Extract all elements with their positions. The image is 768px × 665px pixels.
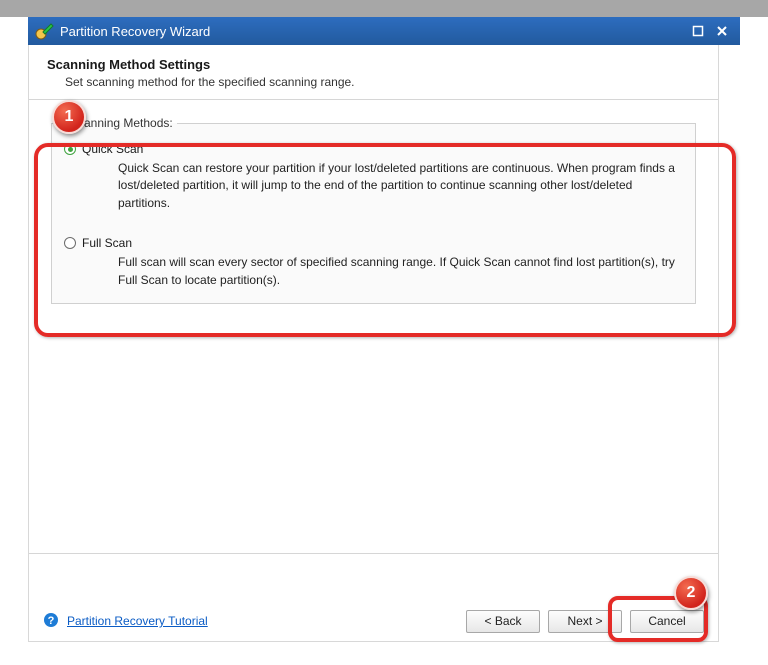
full-scan-description: Full scan will scan every sector of spec… <box>118 254 681 289</box>
wizard-content: Scanning Methods: Quick Scan Quick Scan … <box>29 100 718 554</box>
quick-scan-radio[interactable] <box>64 143 76 155</box>
titlebar: Partition Recovery Wizard <box>28 17 740 45</box>
cancel-button[interactable]: Cancel <box>630 610 704 633</box>
page-subtitle: Set scanning method for the specified sc… <box>65 75 700 89</box>
close-button[interactable] <box>712 22 732 40</box>
app-icon <box>34 21 54 41</box>
help-link[interactable]: Partition Recovery Tutorial <box>67 614 208 628</box>
quick-scan-description: Quick Scan can restore your partition if… <box>118 160 681 212</box>
help-icon[interactable]: ? <box>43 612 59 631</box>
group-legend: Scanning Methods: <box>66 116 177 130</box>
full-scan-label[interactable]: Full Scan <box>82 236 132 250</box>
next-button[interactable]: Next > <box>548 610 622 633</box>
maximize-button[interactable] <box>688 22 708 40</box>
window-title: Partition Recovery Wizard <box>60 24 684 39</box>
wizard-body: Scanning Method Settings Set scanning me… <box>28 45 719 642</box>
wizard-footer: ? Partition Recovery Tutorial < Back Nex… <box>29 601 718 641</box>
quick-scan-label[interactable]: Quick Scan <box>82 142 143 156</box>
option-quick-scan: Quick Scan Quick Scan can restore your p… <box>66 142 681 212</box>
background-strip <box>0 0 768 17</box>
close-icon <box>716 25 728 37</box>
wizard-header: Scanning Method Settings Set scanning me… <box>29 45 718 100</box>
back-button[interactable]: < Back <box>466 610 540 633</box>
maximize-icon <box>692 25 704 37</box>
option-full-scan: Full Scan Full scan will scan every sect… <box>66 236 681 289</box>
scanning-methods-group: Scanning Methods: Quick Scan Quick Scan … <box>51 116 696 304</box>
svg-text:?: ? <box>48 615 55 627</box>
full-scan-radio[interactable] <box>64 237 76 249</box>
page-title: Scanning Method Settings <box>47 57 700 72</box>
